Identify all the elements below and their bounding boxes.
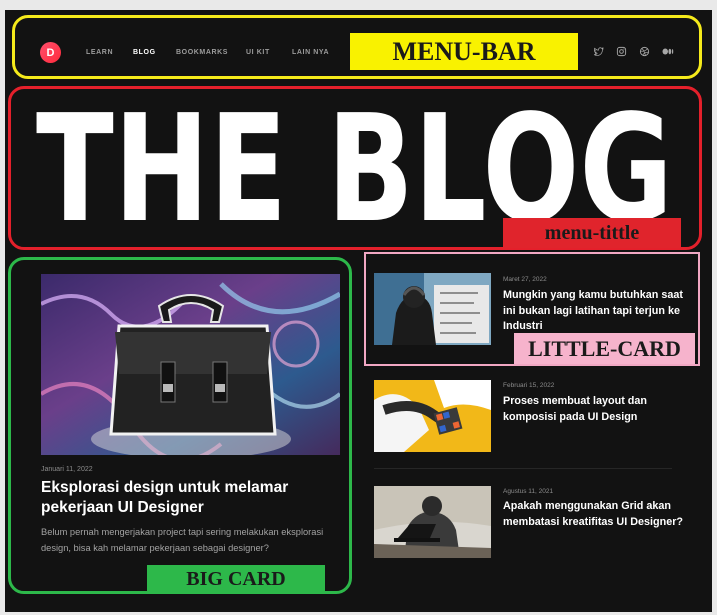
card-divider [374, 468, 672, 469]
big-card-outline [8, 257, 352, 594]
menu-title-label: menu-tittle [503, 218, 681, 248]
menu-bar-label: MENU-BAR [350, 33, 578, 70]
little-card-title[interactable]: Proses membuat layout dan komposisi pada… [503, 394, 683, 425]
little-card-date: Agustus 11, 2021 [503, 488, 554, 495]
little-card-title[interactable]: Apakah menggunakan Grid akan membatasi k… [503, 499, 683, 530]
little-card-label: LITTLE-CARD [514, 333, 695, 364]
little-card-date: Februari 15, 2022 [503, 382, 555, 389]
big-card-label: BIG CARD [147, 565, 325, 594]
little-card-image[interactable] [374, 380, 491, 452]
little-card-image[interactable] [374, 486, 491, 558]
